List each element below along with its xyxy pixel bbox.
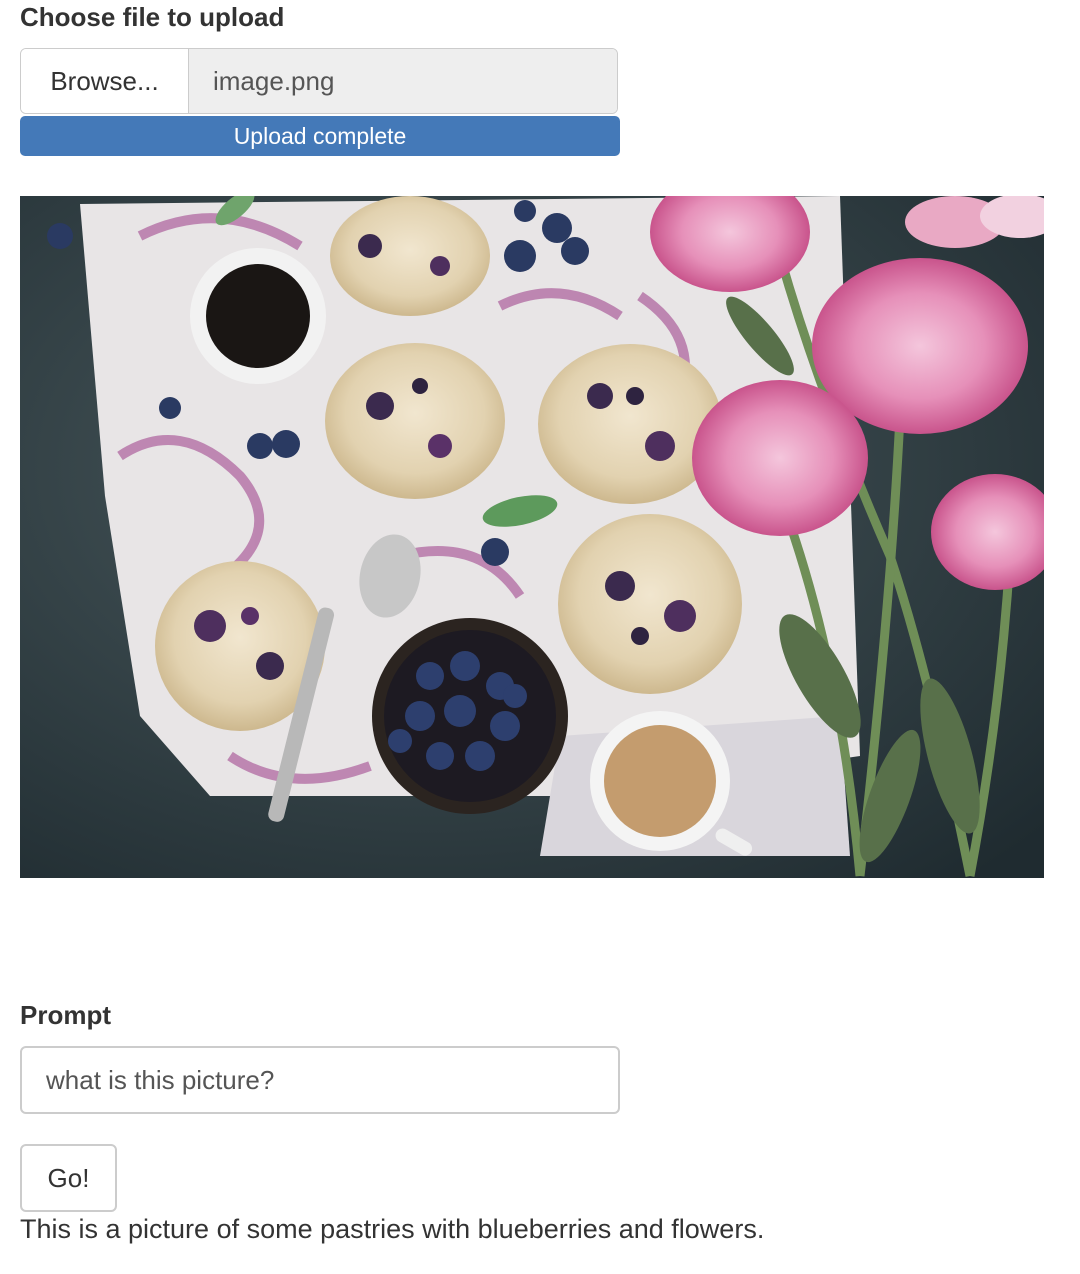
photo-illustration <box>20 196 1044 878</box>
upload-label: Choose file to upload <box>20 2 285 32</box>
browse-button[interactable]: Browse... <box>21 49 189 113</box>
prompt-input[interactable] <box>20 1046 620 1114</box>
go-button[interactable]: Go! <box>20 1144 117 1212</box>
upload-progress-fill: Upload complete <box>20 116 620 156</box>
result-text: This is a picture of some pastries with … <box>20 1214 765 1244</box>
prompt-label: Prompt <box>20 1000 111 1030</box>
file-input-group[interactable]: Browse... image.png <box>20 48 618 114</box>
uploaded-image <box>20 196 1044 878</box>
file-name-field: image.png <box>189 49 617 113</box>
pastry-1 <box>330 196 490 316</box>
upload-progress-bar: Upload complete <box>20 116 620 156</box>
